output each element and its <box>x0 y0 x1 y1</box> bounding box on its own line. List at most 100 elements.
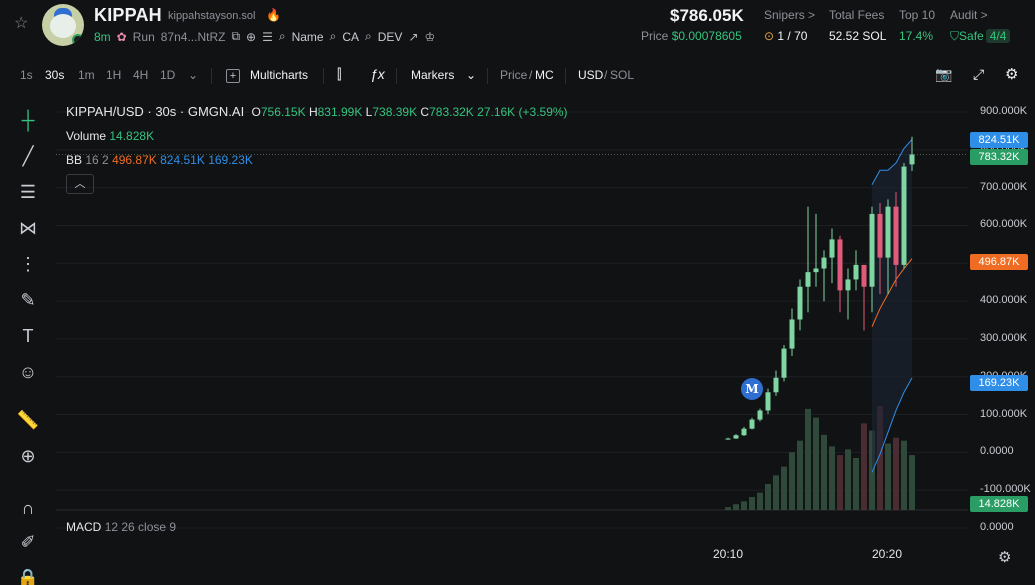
copy-icon[interactable]: ⧉ <box>231 29 240 44</box>
token-header: ☆ KIPPAH kippahstayson.sol 🔥 8m ✿ Run 87… <box>0 0 1035 58</box>
y-tick-label: 700.000K <box>980 180 1028 193</box>
interval-30s[interactable]: 30s <box>45 68 64 82</box>
search-dev-icon[interactable]: ⌕ <box>365 29 372 44</box>
search-dev-link[interactable]: DEV <box>378 30 403 44</box>
l-value: 738.39K <box>372 105 418 119</box>
camera-icon[interactable]: 📷 <box>935 66 952 83</box>
marker-badge[interactable]: M <box>741 378 763 400</box>
macd-params: 12 26 close 9 <box>104 520 177 534</box>
candle-body <box>773 377 779 393</box>
fullscreen-icon[interactable]: ⤢ <box>973 66 984 83</box>
volume-bar <box>893 437 899 510</box>
candle-body <box>845 279 851 291</box>
collapse-legend-button[interactable]: ︿ <box>66 174 94 194</box>
price-tag: 14.828K <box>970 496 1028 512</box>
star-icon[interactable]: ☆ <box>14 14 34 34</box>
candles-icon[interactable]: ⫿ <box>337 66 341 83</box>
interval-1d[interactable]: 1D <box>160 68 175 82</box>
candle-body <box>813 268 819 273</box>
y-tick-label: 900.000K <box>980 105 1028 117</box>
volume-bar <box>853 458 859 510</box>
candle-body <box>853 264 859 280</box>
emoji-icon[interactable]: ☺ <box>14 358 42 386</box>
audit-stat[interactable]: Audit > ⛉Safe 4/4 <box>950 8 1011 44</box>
menu-circle-icon[interactable]: ☰ <box>262 30 273 44</box>
price-axis[interactable]: 900.000K800.000K700.000K600.000K500.000K… <box>968 96 1035 541</box>
volume-bar <box>885 443 891 510</box>
volume-bar <box>861 423 867 510</box>
price-tag: 824.51K <box>970 132 1028 148</box>
top10-value: 17.4% <box>899 29 934 43</box>
zoom-in-icon[interactable]: ⊕ <box>14 442 42 470</box>
volume-bar <box>741 501 747 510</box>
interval-1m[interactable]: 1m <box>78 68 95 82</box>
horizontal-lines-icon[interactable]: ☰ <box>14 178 42 206</box>
bb-legend: BB 16 2 496.87K 824.51K 169.23K <box>66 153 253 167</box>
brush-icon[interactable]: ✎ <box>14 286 42 314</box>
bb-lower: 169.23K <box>208 153 253 167</box>
price-value: $0.00078605 <box>671 29 742 43</box>
search-ca-link[interactable]: CA <box>342 30 359 44</box>
y-tick-label: 0.0000 <box>980 521 1014 533</box>
pair-label: KIPPAH/USD · 30s · GMGN.AI <box>66 104 245 119</box>
token-address[interactable]: 87n4...NtRZ <box>161 30 226 44</box>
bb-upper: 824.51K <box>160 153 205 167</box>
h-label: H <box>308 105 318 119</box>
volume-bar <box>725 507 731 510</box>
sol-toggle[interactable]: SOL <box>610 68 634 82</box>
interval-4h[interactable]: 4H <box>133 68 148 82</box>
settings-gear-icon[interactable]: ⚙ <box>1005 65 1018 83</box>
c-label: C <box>420 105 430 119</box>
markers-button[interactable]: Markers <box>411 68 454 82</box>
fx-icon[interactable]: ƒx <box>370 66 385 82</box>
y-tick-label: 600.000K <box>980 218 1028 231</box>
audit-status: Safe <box>959 29 984 43</box>
text-tool-icon[interactable]: T <box>14 322 42 350</box>
price-toggle[interactable]: Price <box>500 68 527 82</box>
share-icon[interactable]: ↗ <box>408 30 418 44</box>
candle-body <box>861 264 867 287</box>
search-ca-icon[interactable]: ⌕ <box>330 29 337 44</box>
pill-icon: ✿ <box>116 29 127 44</box>
multicharts-button[interactable]: Multicharts <box>250 68 308 82</box>
search-name-icon[interactable]: ⌕ <box>279 29 286 44</box>
flame-icon: 🔥 <box>266 8 281 22</box>
crosshair-icon[interactable]: ┼ <box>14 106 42 134</box>
chevron-down-icon[interactable]: ⌄ <box>188 68 198 82</box>
markers-chevron-icon[interactable]: ⌄ <box>466 68 476 82</box>
search-name-link[interactable]: Name <box>292 30 324 44</box>
volume-bar <box>797 440 803 510</box>
crown-icon[interactable]: ♔ <box>425 30 436 44</box>
candle-body <box>757 410 763 420</box>
usd-toggle[interactable]: USD <box>578 68 603 82</box>
market-cap: $786.05K <box>670 6 744 25</box>
interval-1s[interactable]: 1s <box>20 68 33 82</box>
volume-bar <box>757 492 763 510</box>
mc-toggle[interactable]: MC <box>535 68 554 82</box>
plus-square-icon[interactable]: + <box>226 69 240 83</box>
chart-toolbar: 1s 30s 1m 1H 4H 1D ⌄ + Multicharts ⫿ ƒx … <box>20 65 1019 84</box>
time-tick-2020: 20:20 <box>872 547 903 561</box>
ohlc-legend: KIPPAH/USD · 30s · GMGN.AI O756.15K H831… <box>66 104 568 119</box>
token-domain[interactable]: kippahstayson.sol <box>168 10 255 22</box>
ruler-icon[interactable]: 📏 <box>14 406 42 434</box>
lock-pencil-icon[interactable]: ✐ <box>14 528 42 556</box>
macd-label: MACD <box>66 520 102 534</box>
volume-bar <box>909 455 915 510</box>
axis-settings-icon[interactable]: ⚙ <box>998 548 1011 566</box>
volume-bar <box>749 497 755 510</box>
price-row: Price $0.00078605 <box>641 29 742 43</box>
lock-icon[interactable]: 🔒 <box>14 564 42 585</box>
snipers-stat[interactable]: Snipers > ⊙ 1 / 70 <box>764 8 815 43</box>
volume-bar <box>845 449 851 510</box>
pattern-icon[interactable]: ⋈ <box>14 214 42 242</box>
fib-icon[interactable]: ⋮ <box>14 250 42 278</box>
price-label: Price <box>641 29 669 43</box>
bb-mid: 496.87K <box>112 153 157 167</box>
top10-stat: Top 10 17.4% <box>899 8 935 43</box>
trend-line-icon[interactable]: ╱ <box>14 142 42 170</box>
magnet-icon[interactable]: ∩ <box>14 494 42 522</box>
interval-1h[interactable]: 1H <box>106 68 121 82</box>
price-tag: 169.23K <box>970 375 1028 391</box>
globe-icon[interactable]: ⊕ <box>246 30 256 44</box>
